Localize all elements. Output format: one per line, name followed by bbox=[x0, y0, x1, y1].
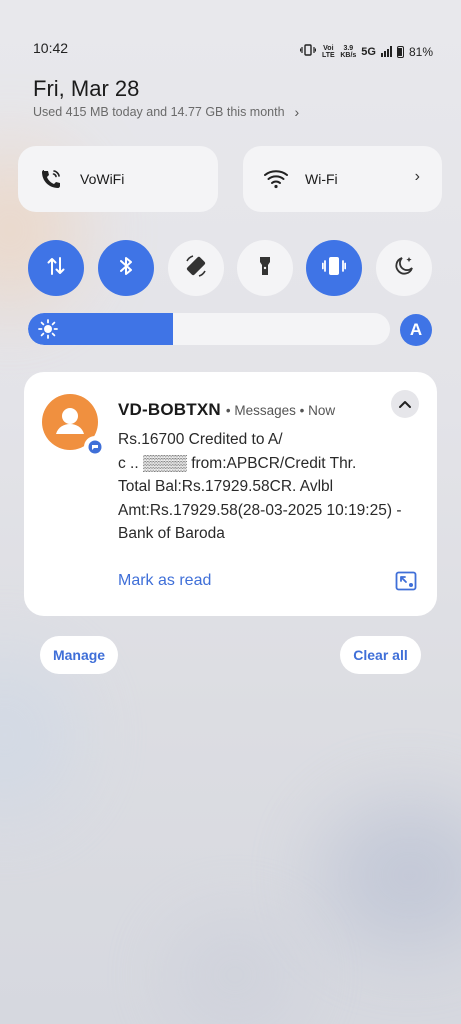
status-icons: Voi LTE 3.9 KB/s 5G 81% bbox=[300, 44, 433, 59]
notification-card[interactable]: VD-BOBTXN • Messages • Now Rs.16700 Cred… bbox=[24, 372, 437, 616]
clear-all-button[interactable]: Clear all bbox=[340, 636, 421, 674]
brightness-slider[interactable] bbox=[28, 313, 390, 345]
volte-indicator: Voi LTE bbox=[321, 44, 335, 59]
auto-brightness-button[interactable]: A bbox=[400, 314, 432, 346]
night-mode-icon bbox=[392, 254, 416, 283]
battery-icon bbox=[396, 45, 404, 58]
notification-body: Rs.16700 Credited to A/ c .. ▒▒▒▒ from:A… bbox=[118, 431, 402, 542]
chevron-right-icon: › bbox=[294, 104, 300, 120]
background-blur-navy bbox=[320, 800, 461, 950]
auto-rotate-icon bbox=[183, 253, 209, 284]
network-speed: 3.9 KB/s bbox=[340, 44, 357, 59]
collapse-button[interactable] bbox=[391, 390, 419, 418]
status-time: 10:42 bbox=[33, 40, 69, 56]
wifi-icon bbox=[263, 166, 289, 192]
mobile-data-toggle[interactable] bbox=[28, 240, 84, 296]
date-label: Fri, Mar 28 bbox=[33, 76, 140, 101]
data-usage-row[interactable]: Used 415 MB today and 14.77 GB this mont… bbox=[33, 104, 299, 120]
vowifi-tile[interactable]: VoWiFi bbox=[18, 146, 218, 212]
data-usage-text: Used 415 MB today and 14.77 GB this mont… bbox=[33, 105, 285, 119]
mobile-data-icon bbox=[45, 255, 67, 282]
mark-as-read-button[interactable]: Mark as read bbox=[118, 572, 211, 590]
wifi-tile[interactable]: Wi-Fi › bbox=[243, 146, 442, 212]
vibrate-icon bbox=[321, 255, 347, 282]
signal-icon bbox=[380, 46, 392, 57]
chevron-right-icon: › bbox=[414, 168, 420, 185]
background-blur-grey bbox=[170, 920, 300, 1024]
messages-app-icon bbox=[84, 436, 106, 458]
notification-meta: • Messages • Now bbox=[225, 403, 336, 418]
manage-button[interactable]: Manage bbox=[40, 636, 118, 674]
vowifi-label: VoWiFi bbox=[80, 171, 125, 187]
sun-icon bbox=[38, 319, 58, 339]
vibrate-toggle[interactable] bbox=[306, 240, 362, 296]
network-type: 5G bbox=[361, 45, 376, 58]
chevron-up-icon bbox=[399, 401, 411, 408]
flashlight-icon bbox=[257, 254, 273, 283]
background-blur-blue bbox=[0, 650, 80, 820]
notification-header: VD-BOBTXN • Messages • Now bbox=[118, 400, 335, 420]
bluetooth-toggle[interactable] bbox=[98, 240, 154, 296]
vibrate-status-icon bbox=[300, 44, 317, 59]
expand-popup-icon[interactable] bbox=[395, 571, 417, 591]
wifi-label: Wi-Fi bbox=[305, 171, 338, 187]
battery-percent: 81% bbox=[408, 44, 433, 59]
night-mode-toggle[interactable] bbox=[376, 240, 432, 296]
auto-rotate-toggle[interactable] bbox=[168, 240, 224, 296]
wifi-call-icon bbox=[38, 166, 64, 192]
sender-name: VD-BOBTXN bbox=[118, 400, 221, 419]
flashlight-toggle[interactable] bbox=[237, 240, 293, 296]
bluetooth-icon bbox=[116, 255, 136, 282]
